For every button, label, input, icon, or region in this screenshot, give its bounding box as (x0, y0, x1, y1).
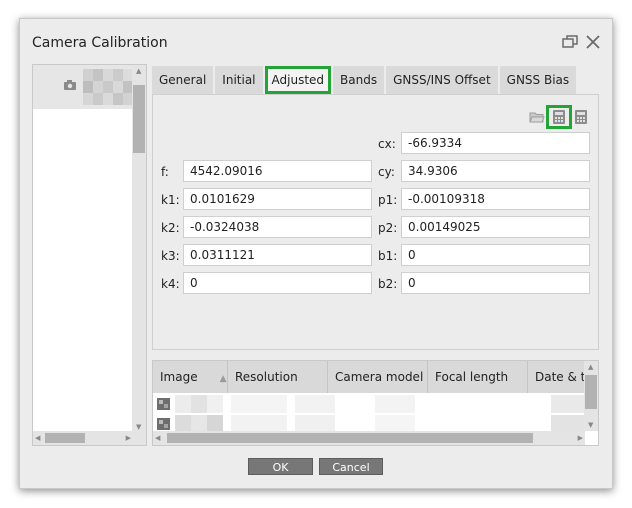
vertical-scrollbar[interactable]: ▲ ▼ (584, 361, 598, 431)
b1-label: b1: (378, 249, 398, 263)
table-header: Image ▲ Resolution Camera model Focal len… (153, 361, 588, 393)
blurred-row-content (175, 395, 585, 413)
vertical-scrollbar[interactable]: ▲ ▼ (132, 65, 146, 433)
sort-ascending-icon: ▲ (219, 374, 227, 384)
scroll-up-icon[interactable]: ▲ (136, 67, 141, 75)
calculator-icon[interactable] (573, 109, 589, 125)
b1-field[interactable]: 0 (401, 244, 590, 266)
cy-field[interactable]: 34.9306 (401, 160, 590, 182)
tab-gnss-ins-offset[interactable]: GNSS/INS Offset (386, 66, 498, 94)
scrollbar-thumb[interactable] (133, 85, 145, 153)
column-header-camera-model[interactable]: Camera model (328, 361, 428, 393)
k2-label: k2: (161, 221, 180, 235)
ok-button[interactable]: OK (248, 458, 313, 475)
list-item[interactable] (33, 65, 133, 109)
k3-label: k3: (161, 249, 180, 263)
scroll-left-icon[interactable]: ◀ (155, 434, 160, 442)
scroll-down-icon[interactable]: ▼ (588, 421, 593, 429)
k3-field[interactable]: 0.0311121 (183, 244, 372, 266)
cx-label: cx: (378, 137, 396, 151)
scroll-right-icon[interactable]: ▶ (126, 434, 131, 442)
scrollbar-thumb[interactable] (167, 433, 533, 443)
k1-field[interactable]: 0.0101629 (183, 188, 372, 210)
p1-field[interactable]: -0.00109318 (401, 188, 590, 210)
b2-field[interactable]: 0 (401, 272, 590, 294)
image-list-panel[interactable]: ▲ ▼ ◀ ▶ (32, 64, 147, 446)
image-thumbnail (83, 69, 133, 105)
k4-label: k4: (161, 277, 180, 291)
column-header-image[interactable]: Image ▲ (153, 361, 228, 393)
title-bar: Camera Calibration (20, 19, 612, 65)
tab-bar: General Initial Adjusted Bands GNSS/INS … (152, 66, 578, 94)
adjusted-parameters-panel: cx: -66.9334 f: 4542.09016 cy: 34.9306 k… (152, 94, 599, 350)
tab-gnss-bias[interactable]: GNSS Bias (499, 66, 577, 94)
images-table: Image ▲ Resolution Camera model Focal len… (152, 360, 599, 446)
image-icon (157, 418, 170, 430)
tab-initial[interactable]: Initial (215, 66, 263, 94)
p2-field[interactable]: 0.00149025 (401, 216, 590, 238)
cancel-button[interactable]: Cancel (319, 458, 383, 475)
p2-label: p2: (378, 221, 398, 235)
horizontal-scrollbar[interactable]: ◀ ▶ (33, 431, 133, 445)
scrollbar-thumb[interactable] (585, 375, 597, 409)
column-header-focal-length[interactable]: Focal length (428, 361, 528, 393)
image-icon (157, 398, 170, 410)
scroll-right-icon[interactable]: ▶ (578, 434, 583, 442)
scroll-up-icon[interactable]: ▲ (588, 363, 593, 371)
f-field[interactable]: 4542.09016 (183, 160, 372, 182)
dialog-title: Camera Calibration (32, 35, 168, 51)
tab-bands[interactable]: Bands (333, 66, 385, 94)
k1-label: k1: (161, 193, 180, 207)
cx-field[interactable]: -66.9334 (401, 132, 590, 154)
tab-general[interactable]: General (152, 66, 214, 94)
cy-label: cy: (378, 165, 395, 179)
f-label: f: (161, 165, 169, 179)
scrollbar-thumb[interactable] (45, 433, 85, 443)
camera-icon (64, 80, 76, 90)
calculator-icon-selected[interactable] (546, 105, 572, 129)
scroll-down-icon[interactable]: ▼ (136, 423, 141, 431)
open-folder-icon[interactable] (529, 109, 545, 125)
p1-label: p1: (378, 193, 398, 207)
column-header-date-time[interactable]: Date & tim (528, 361, 588, 393)
column-header-resolution[interactable]: Resolution (228, 361, 328, 393)
horizontal-scrollbar[interactable]: ◀ ▶ (153, 431, 585, 445)
tab-adjusted[interactable]: Adjusted (264, 66, 332, 94)
k2-field[interactable]: -0.0324038 (183, 216, 372, 238)
table-row[interactable] (153, 395, 585, 413)
restore-icon[interactable] (561, 33, 579, 51)
scroll-left-icon[interactable]: ◀ (35, 434, 40, 442)
close-icon[interactable] (584, 33, 602, 51)
b2-label: b2: (378, 277, 398, 291)
k4-field[interactable]: 0 (183, 272, 372, 294)
scroll-corner (132, 431, 146, 445)
